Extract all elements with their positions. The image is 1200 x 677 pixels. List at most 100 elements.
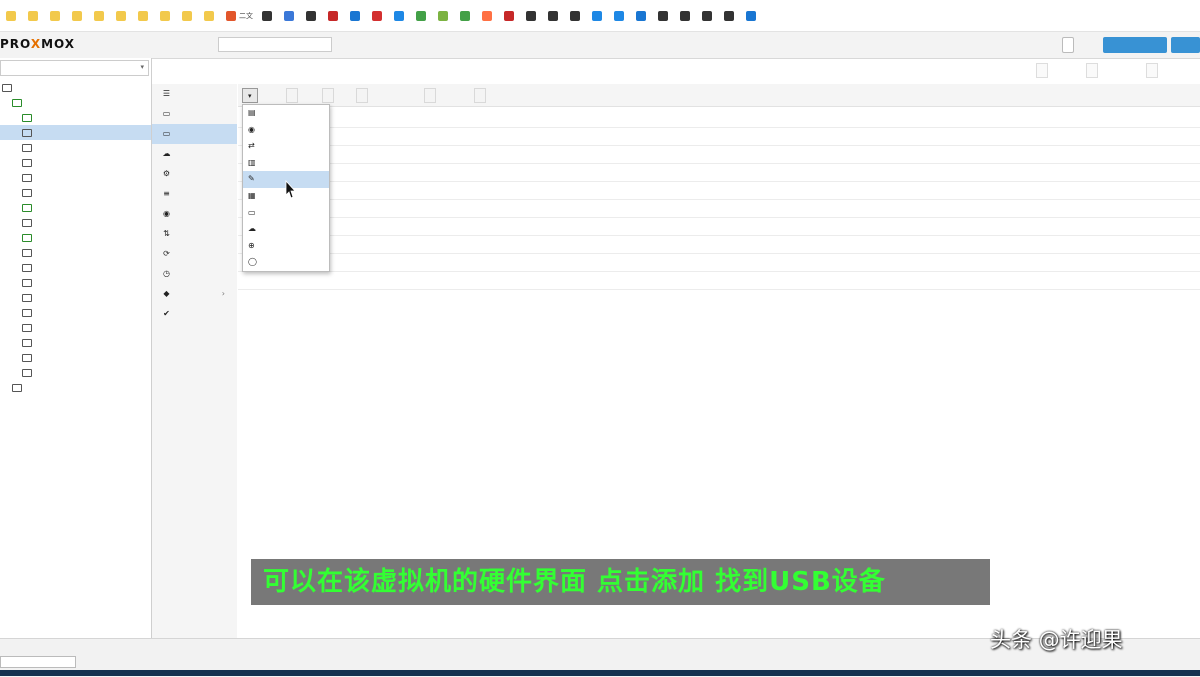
hardware-row[interactable] [238, 128, 1200, 146]
tree-item[interactable] [0, 125, 151, 140]
nav-item[interactable]: ◉ [152, 204, 237, 224]
bookmark-item[interactable] [702, 10, 715, 21]
hardware-row[interactable] [238, 146, 1200, 164]
add-menu-item[interactable]: ⊕ [243, 238, 329, 255]
hardware-row[interactable] [238, 218, 1200, 236]
bookmark-item[interactable] [160, 10, 173, 21]
view-selector[interactable]: ▾ [0, 60, 149, 76]
bookmark-item[interactable] [570, 10, 583, 21]
nav-item[interactable]: ✔ [152, 304, 237, 324]
tree-item[interactable] [0, 140, 151, 155]
hardware-row[interactable] [238, 182, 1200, 200]
bookmark-item[interactable] [262, 10, 275, 21]
move-disk-button[interactable] [424, 88, 436, 103]
nav-item[interactable]: ⟳ [152, 244, 237, 264]
tree-item[interactable] [0, 110, 151, 125]
hardware-row[interactable] [238, 254, 1200, 272]
bookmark-item[interactable] [394, 10, 407, 21]
revert-button[interactable] [474, 88, 486, 103]
hardware-row[interactable] [238, 110, 1200, 128]
create-vm-button[interactable] [1103, 37, 1167, 53]
bookmark-item[interactable] [592, 10, 605, 21]
resize-disk-button[interactable] [356, 88, 368, 103]
search-input[interactable] [218, 37, 332, 52]
nav-item[interactable]: ▭ [152, 124, 237, 144]
shutdown-button[interactable] [1086, 63, 1098, 78]
bookmark-item[interactable] [526, 10, 539, 21]
hardware-row[interactable] [238, 200, 1200, 218]
tree-item[interactable] [0, 365, 151, 380]
nav-item[interactable]: ☰ [152, 84, 237, 104]
bookmark-item[interactable] [50, 10, 63, 21]
documentation-button[interactable] [1062, 37, 1074, 53]
bookmark-item[interactable] [460, 10, 473, 21]
add-menu-item[interactable]: ◉ [243, 122, 329, 139]
edit-button[interactable] [322, 88, 334, 103]
add-menu-item[interactable]: ◯ [243, 254, 329, 271]
bookmark-item[interactable] [28, 10, 41, 21]
bookmark-item[interactable] [204, 10, 217, 21]
bookmark-item[interactable] [350, 10, 363, 21]
bookmark-item[interactable] [504, 10, 517, 21]
bookmark-item[interactable] [138, 10, 151, 21]
bookmark-item[interactable] [746, 10, 759, 21]
bookmark-item[interactable] [548, 10, 561, 21]
proxmox-logo[interactable]: PROXMOX [0, 37, 75, 51]
bookmark-item[interactable] [680, 10, 693, 21]
nav-item[interactable]: ◷ [152, 264, 237, 284]
task-log-tab[interactable] [0, 656, 76, 668]
bookmark-item[interactable] [438, 10, 451, 21]
bookmark-item[interactable] [482, 10, 495, 21]
bookmark-item[interactable] [416, 10, 429, 21]
bookmark-item[interactable] [328, 10, 341, 21]
tree-item[interactable] [0, 380, 151, 395]
bookmark-item[interactable] [94, 10, 107, 21]
nav-item[interactable]: ◆ › [152, 284, 237, 304]
bookmark-item[interactable] [372, 10, 385, 21]
tree-item[interactable] [0, 95, 151, 110]
bookmark-item[interactable] [724, 10, 737, 21]
nav-item[interactable]: ⇅ [152, 224, 237, 244]
bookmark-item[interactable] [6, 10, 19, 21]
nav-item[interactable]: ☁ [152, 144, 237, 164]
create-ct-button[interactable] [1171, 37, 1200, 53]
bookmark-item[interactable] [116, 10, 129, 21]
bookmark-item[interactable] [636, 10, 649, 21]
tree-item[interactable] [0, 350, 151, 365]
tree-item[interactable] [0, 320, 151, 335]
tree-item[interactable] [0, 155, 151, 170]
nav-item[interactable]: ⚙ [152, 164, 237, 184]
tree-item[interactable] [0, 170, 151, 185]
add-menu-item[interactable]: ☁ [243, 221, 329, 238]
bookmark-item[interactable] [182, 10, 195, 21]
add-menu-item[interactable]: ⇄ [243, 138, 329, 155]
tree-item[interactable] [0, 230, 151, 245]
add-menu-item[interactable]: ▭ [243, 205, 329, 222]
bookmark-item[interactable]: 二文 [226, 10, 253, 21]
nav-item[interactable]: ≡ [152, 184, 237, 204]
tree-item[interactable] [0, 305, 151, 320]
tree-item[interactable] [0, 335, 151, 350]
bookmark-item[interactable] [306, 10, 319, 21]
hardware-row[interactable] [238, 236, 1200, 254]
tree-item[interactable] [0, 290, 151, 305]
tree-item[interactable] [0, 260, 151, 275]
remove-button[interactable] [286, 88, 298, 103]
add-button[interactable]: ▾ [242, 88, 258, 103]
add-menu-item[interactable]: ▤ [243, 105, 329, 122]
tree-item[interactable] [0, 275, 151, 290]
hardware-row[interactable] [238, 164, 1200, 182]
bookmark-item[interactable] [614, 10, 627, 21]
tree-item[interactable] [0, 185, 151, 200]
bookmark-item[interactable] [72, 10, 85, 21]
start-button[interactable] [1036, 63, 1048, 78]
hardware-row[interactable] [238, 272, 1200, 290]
add-menu-item[interactable]: ▥ [243, 155, 329, 172]
bookmark-item[interactable] [284, 10, 297, 21]
console-button[interactable] [1146, 63, 1158, 78]
tree-item[interactable] [0, 245, 151, 260]
tree-item[interactable] [0, 200, 151, 215]
nav-item[interactable]: ▭ [152, 104, 237, 124]
tree-item[interactable] [0, 80, 151, 95]
bookmark-item[interactable] [658, 10, 671, 21]
